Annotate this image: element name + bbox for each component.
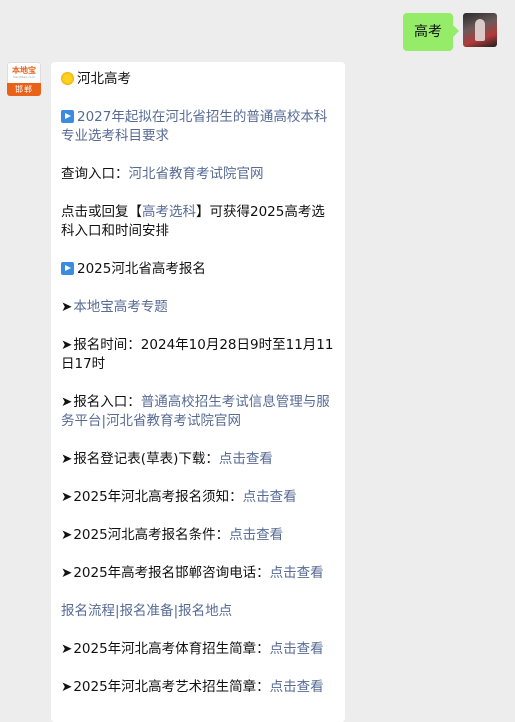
registration-notice: ➤2025年河北高考报名须知：点击查看 xyxy=(61,489,297,505)
bot-avatar[interactable]: 本地宝 bendibao.com 邯郸 xyxy=(7,62,41,96)
registration-links: 报名流程|报名准备|报名地点 xyxy=(61,603,233,619)
reply-hint: 点击或回复【高考选科】可获得2025高考选科入口和时间安排 xyxy=(61,204,325,239)
special-topic: ➤本地宝高考专题 xyxy=(61,298,335,317)
received-message-bubble: 河北高考 2027年起拟在河北省招生的普通高校本科专业选考科目要求 查询入口：河… xyxy=(51,62,345,722)
sun-icon xyxy=(61,72,74,85)
bot-avatar-city: 邯郸 xyxy=(7,83,41,96)
flow-link[interactable]: 报名流程 xyxy=(61,603,115,619)
sent-bubble[interactable]: 高考 xyxy=(403,13,459,51)
registration-conditions: ➤2025河北高考报名条件：点击查看 xyxy=(61,527,284,543)
exam-authority-link[interactable]: 河北省教育考试院官网 xyxy=(129,166,264,182)
sport-view-link[interactable]: 点击查看 xyxy=(270,641,324,657)
item-subject-requirements: 2027年起拟在河北省招生的普通高校本科专业选考科目要求 xyxy=(61,108,335,146)
bot-avatar-brand: 本地宝 xyxy=(12,66,36,75)
special-topic-link[interactable]: 本地宝高考专题 xyxy=(73,299,168,315)
message-heading: 河北高考 xyxy=(61,70,335,89)
sent-message: 高考 xyxy=(403,13,497,51)
art-admission: ➤2025年河北高考艺术招生简章：点击查看 xyxy=(61,679,324,695)
arrow-icon: ➤ xyxy=(61,394,73,410)
exam-authority-link-2[interactable]: 河北省教育考试院官网 xyxy=(106,413,241,429)
arrow-icon: ➤ xyxy=(61,337,73,353)
subject-requirements-link[interactable]: 2027年起拟在河北省招生的普通高校本科专业选考科目要求 xyxy=(61,109,327,144)
sport-admission: ➤2025年河北高考体育招生简章：点击查看 xyxy=(61,641,324,657)
prep-link[interactable]: 报名准备 xyxy=(120,603,174,619)
arrow-icon: ➤ xyxy=(61,451,73,467)
arrow-icon: ➤ xyxy=(61,565,73,581)
place-link[interactable]: 报名地点 xyxy=(178,603,232,619)
form-view-link[interactable]: 点击查看 xyxy=(219,451,273,467)
registration-time: ➤报名时间：2024年10月28日9时至11月11日17时 xyxy=(61,337,334,372)
subject-selection-keyword-link[interactable]: 高考选科 xyxy=(142,204,196,220)
art-view-link[interactable]: 点击查看 xyxy=(270,679,324,695)
query-entry: 查询入口：河北省教育考试院官网 xyxy=(61,166,264,182)
play-icon xyxy=(61,262,74,275)
registration-entry: ➤报名入口：普通高校招生考试信息管理与服务平台|河北省教育考试院官网 xyxy=(61,394,330,429)
arrow-icon: ➤ xyxy=(61,527,73,543)
bot-avatar-url: bendibao.com xyxy=(13,75,35,79)
arrow-icon: ➤ xyxy=(61,489,73,505)
arrow-icon: ➤ xyxy=(61,299,73,315)
conditions-view-link[interactable]: 点击查看 xyxy=(229,527,283,543)
arrow-icon: ➤ xyxy=(61,679,73,695)
consult-phone: ➤2025年高考报名邯郸咨询电话：点击查看 xyxy=(61,565,324,581)
play-icon xyxy=(61,110,74,123)
phone-view-link[interactable]: 点击查看 xyxy=(270,565,324,581)
section-registration: 2025河北省高考报名 xyxy=(61,260,335,279)
notice-view-link[interactable]: 点击查看 xyxy=(243,489,297,505)
user-avatar[interactable] xyxy=(463,13,497,47)
form-download: ➤报名登记表(草表)下载：点击查看 xyxy=(61,451,273,467)
arrow-icon: ➤ xyxy=(61,641,73,657)
